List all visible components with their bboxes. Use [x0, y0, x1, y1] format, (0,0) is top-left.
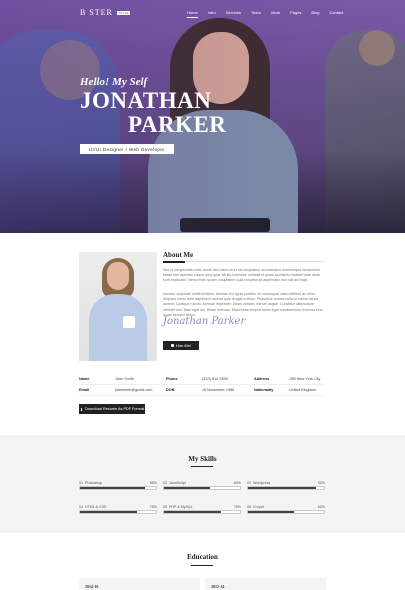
- skill-percent: 90%: [317, 481, 325, 485]
- skill-name: Drupal: [253, 505, 264, 509]
- hero-greeting: Hello! My Self: [80, 76, 148, 88]
- hero-role-button[interactable]: UI/UI Designer / Web Developer: [80, 144, 174, 154]
- skill-name: JavaScript: [169, 481, 186, 485]
- nav-item-work[interactable]: Work: [271, 10, 280, 18]
- skill-name: HTML & CSS: [85, 505, 107, 509]
- education-card: 2012-14: [205, 578, 326, 590]
- skill-percent: 60%: [317, 505, 325, 509]
- nav-menu: Home Intro Services Team Work Pages Blog…: [187, 10, 343, 18]
- user-icon: [170, 344, 174, 347]
- info-row-1: Name John Smith Phone (323) 914 7895 Add…: [79, 374, 325, 385]
- hero-first-name: JONATHAN: [80, 88, 212, 113]
- address-label: Address: [254, 377, 270, 381]
- nav-item-team[interactable]: Team: [251, 10, 261, 18]
- education-divider: [191, 565, 213, 566]
- dob-value: 16 November 1986: [202, 388, 235, 392]
- skill-bar-fill: [164, 487, 210, 489]
- skill-num: 06: [247, 505, 251, 509]
- about-divider: [163, 260, 325, 263]
- top-navigation: B STER STYLE Home Intro Services Team Wo…: [0, 6, 405, 20]
- skill-bar-fill: [80, 511, 137, 513]
- skill-name: Photoshop: [85, 481, 103, 485]
- phone-value: (323) 914 7895: [202, 377, 228, 381]
- skills-section: My Skills 01 Photoshop 85% 02 JavaScript…: [0, 435, 405, 533]
- nationality-value: United Kingdom: [289, 388, 317, 392]
- skill-num: 03: [247, 481, 251, 485]
- nationality-label: Nationality: [254, 388, 274, 392]
- profile-photo-face: [107, 262, 129, 290]
- skills-title: My Skills: [188, 455, 217, 463]
- skill-bar: [247, 486, 325, 490]
- download-resume-label: Download Resume As PDF Format: [85, 407, 145, 411]
- education-years: 2012-14: [211, 584, 225, 589]
- address-value: 29B New York City: [289, 377, 321, 381]
- skill-percent: 60%: [233, 481, 241, 485]
- dob-label: DOB: [166, 388, 175, 392]
- profile-photo: [79, 252, 157, 361]
- about-title: About Me: [163, 251, 194, 259]
- education-card: 2014-16: [79, 578, 200, 590]
- skill-num: 05: [163, 505, 167, 509]
- skill-bar-fill: [248, 487, 317, 489]
- skill-bar: [247, 510, 325, 514]
- hire-me-label: Hire Me!: [175, 343, 192, 348]
- nav-item-intro[interactable]: Intro: [208, 10, 216, 18]
- site-logo[interactable]: B STER STYLE: [80, 8, 131, 17]
- skill-num: 01: [79, 481, 83, 485]
- skill-name: Wordpress: [253, 481, 271, 485]
- skill-percent: 85%: [149, 481, 157, 485]
- education-years: 2014-16: [85, 584, 99, 589]
- about-paragraph-2: Aenean vulputate eleifend tellus. Aenean…: [163, 292, 323, 317]
- name-label: Name: [79, 377, 90, 381]
- skill-bar: [79, 486, 157, 490]
- download-icon: ⬇: [79, 407, 84, 412]
- nav-item-pages[interactable]: Pages: [290, 10, 301, 18]
- skills-divider: [191, 466, 213, 467]
- name-value: John Smith: [115, 377, 134, 381]
- profile-photo-cup: [123, 316, 135, 328]
- phone-label: Phone: [166, 377, 178, 381]
- skill-num: 02: [163, 481, 167, 485]
- logo-tag: STYLE: [116, 10, 131, 15]
- info-row-2: Email johnsmith@gmail.com DOB 16 Novembe…: [79, 385, 325, 396]
- download-resume-button[interactable]: ⬇ Download Resume As PDF Format: [79, 404, 145, 414]
- skill-bar: [163, 486, 241, 490]
- skill-bar-fill: [248, 511, 294, 513]
- skill-bar: [79, 510, 157, 514]
- skill-bar: [163, 510, 241, 514]
- signature: Jonathan Parker: [163, 316, 246, 327]
- skill-bar-fill: [164, 511, 221, 513]
- skill-percent: 75%: [149, 505, 157, 509]
- nav-item-contact[interactable]: Contact: [329, 10, 343, 18]
- education-title: Education: [187, 553, 218, 561]
- hero-banner: B STER STYLE Home Intro Services Team Wo…: [0, 0, 405, 233]
- nav-item-blog[interactable]: Blog: [311, 10, 319, 18]
- skill-num: 04: [79, 505, 83, 509]
- hire-me-button[interactable]: Hire Me!: [163, 341, 199, 350]
- hero-last-name: PARKER: [128, 112, 227, 137]
- skill-bar-fill: [80, 487, 145, 489]
- profile-photo-shirt: [89, 294, 147, 361]
- nav-item-home[interactable]: Home: [187, 10, 198, 18]
- nav-item-services[interactable]: Services: [226, 10, 241, 18]
- skill-name: PHP & MySQL: [169, 505, 193, 509]
- skill-percent: 75%: [233, 505, 241, 509]
- logo-text: B STER: [80, 8, 113, 17]
- about-paragraph-1: Sed ut perspiciatis unde omnis iste natu…: [163, 268, 320, 283]
- email-value[interactable]: johnsmith@gmail.com: [115, 388, 152, 392]
- email-label: Email: [79, 388, 90, 392]
